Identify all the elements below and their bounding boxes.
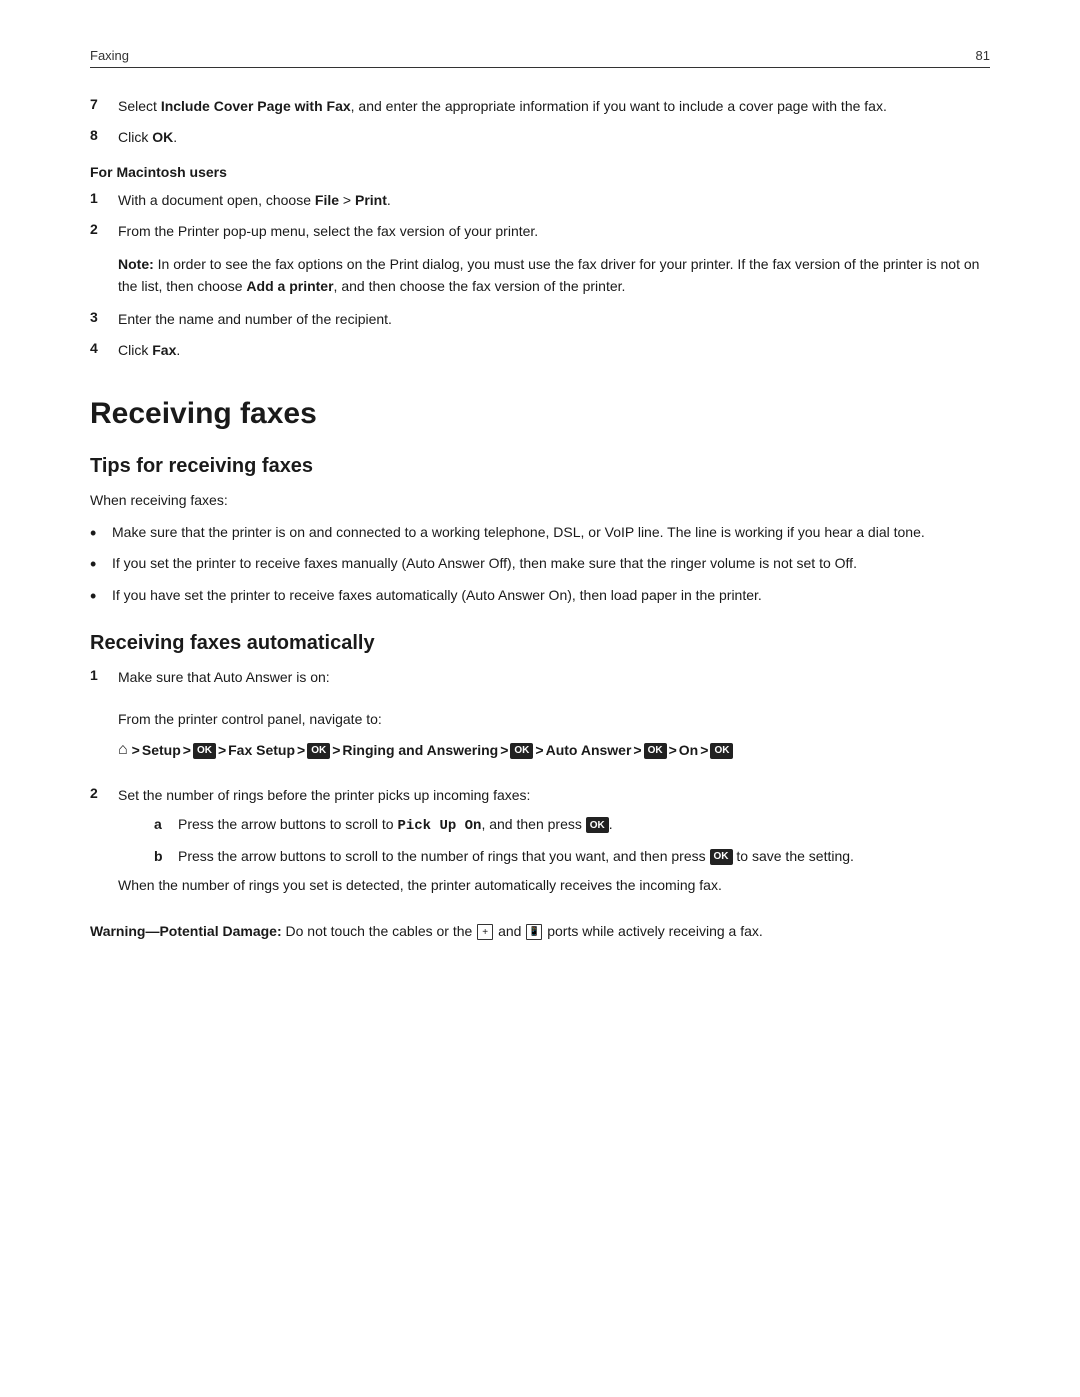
warning-box: Warning—Potential Damage: Do not touch t… bbox=[90, 921, 990, 943]
auto-step-2: 2 Set the number of rings before the pri… bbox=[90, 785, 990, 907]
mac-step-4-number: 4 bbox=[90, 340, 118, 361]
port-icon-1: + bbox=[477, 924, 493, 940]
auto-step-1-number: 1 bbox=[90, 667, 118, 775]
ok-button-5: OK bbox=[710, 743, 733, 759]
mac-step-2-content: From the Printer pop-up menu, select the… bbox=[118, 221, 990, 242]
mac-step-4: 4 Click Fax. bbox=[90, 340, 990, 361]
ok-button-4: OK bbox=[644, 743, 667, 759]
step-7-bold: Include Cover Page with Fax bbox=[161, 98, 351, 114]
mac-users-heading: For Macintosh users bbox=[90, 164, 990, 180]
step-7-content: Select Include Cover Page with Fax, and … bbox=[118, 96, 990, 117]
page-container: Faxing 81 7 Select Include Cover Page wi… bbox=[0, 0, 1080, 1003]
alpha-item-a: a Press the arrow buttons to scroll to P… bbox=[154, 814, 990, 838]
alpha-a-label: a bbox=[154, 814, 178, 838]
warning-label: Warning—Potential Damage: bbox=[90, 923, 282, 939]
auto-step-1: 1 Make sure that Auto Answer is on: From… bbox=[90, 667, 990, 775]
mac-step-2: 2 From the Printer pop-up menu, select t… bbox=[90, 221, 990, 242]
step-7-number: 7 bbox=[90, 96, 118, 117]
header-page-number: 81 bbox=[976, 48, 990, 63]
note-add-printer: Add a printer bbox=[246, 278, 333, 294]
mac-step-1: 1 With a document open, choose File > Pr… bbox=[90, 190, 990, 211]
mac-step-3-number: 3 bbox=[90, 309, 118, 330]
mac-step-3: 3 Enter the name and number of the recip… bbox=[90, 309, 990, 330]
tip-1-text: Make sure that the printer is on and con… bbox=[112, 522, 925, 544]
list-item: • Make sure that the printer is on and c… bbox=[90, 522, 990, 545]
ok-button-inline-a: OK bbox=[586, 817, 609, 833]
tips-title: Tips for receiving faxes bbox=[90, 455, 990, 478]
step-8-number: 8 bbox=[90, 127, 118, 148]
header-section-label: Faxing bbox=[90, 48, 129, 63]
bullet-icon: • bbox=[90, 553, 108, 576]
mac-step-4-content: Click Fax. bbox=[118, 340, 990, 361]
home-icon: ⌂ bbox=[118, 736, 128, 765]
receiving-faxes-title: Receiving faxes bbox=[90, 397, 990, 431]
port-icon-2: 📱 bbox=[526, 924, 542, 940]
alpha-a-content: Press the arrow buttons to scroll to Pic… bbox=[178, 814, 990, 838]
pick-up-on-text: Pick Up On bbox=[397, 818, 481, 834]
alpha-b-label: b bbox=[154, 846, 178, 868]
tip-2-text: If you set the printer to receive faxes … bbox=[112, 553, 857, 575]
nav-path: ⌂ > Setup > OK > Fax Setup > OK > Ringin… bbox=[118, 736, 990, 765]
list-item: • If you set the printer to receive faxe… bbox=[90, 553, 990, 576]
step-8-content: Click OK. bbox=[118, 127, 990, 148]
auto-step-1-content: Make sure that Auto Answer is on: From t… bbox=[118, 667, 990, 775]
mac-step-3-content: Enter the name and number of the recipie… bbox=[118, 309, 990, 330]
alpha-list: a Press the arrow buttons to scroll to P… bbox=[154, 814, 990, 867]
auto-fax-title: Receiving faxes automatically bbox=[90, 632, 990, 655]
page-header: Faxing 81 bbox=[90, 48, 990, 68]
step-8: 8 Click OK. bbox=[90, 127, 990, 148]
ok-button-1: OK bbox=[193, 743, 216, 759]
auto-step-2-content: Set the number of rings before the print… bbox=[118, 785, 990, 907]
auto-when-text: When the number of rings you set is dete… bbox=[118, 875, 990, 897]
mac-step-2-number: 2 bbox=[90, 221, 118, 242]
ok-button-3: OK bbox=[510, 743, 533, 759]
bullet-icon: • bbox=[90, 522, 108, 545]
mac-step-1-number: 1 bbox=[90, 190, 118, 211]
step-8-bold: OK bbox=[152, 129, 173, 145]
list-item: • If you have set the printer to receive… bbox=[90, 585, 990, 608]
note-box: Note: In order to see the fax options on… bbox=[118, 254, 990, 297]
note-label: Note: bbox=[118, 256, 154, 272]
step-7: 7 Select Include Cover Page with Fax, an… bbox=[90, 96, 990, 117]
ok-button-inline-b: OK bbox=[710, 849, 733, 865]
alpha-b-content: Press the arrow buttons to scroll to the… bbox=[178, 846, 990, 868]
mac-step-1-content: With a document open, choose File > Prin… bbox=[118, 190, 990, 211]
tips-list: • Make sure that the printer is on and c… bbox=[90, 522, 990, 608]
auto-step-2-number: 2 bbox=[90, 785, 118, 907]
tip-3-text: If you have set the printer to receive f… bbox=[112, 585, 762, 607]
ok-button-2: OK bbox=[307, 743, 330, 759]
bullet-icon: • bbox=[90, 585, 108, 608]
alpha-item-b: b Press the arrow buttons to scroll to t… bbox=[154, 846, 990, 868]
tips-intro: When receiving faxes: bbox=[90, 490, 990, 512]
